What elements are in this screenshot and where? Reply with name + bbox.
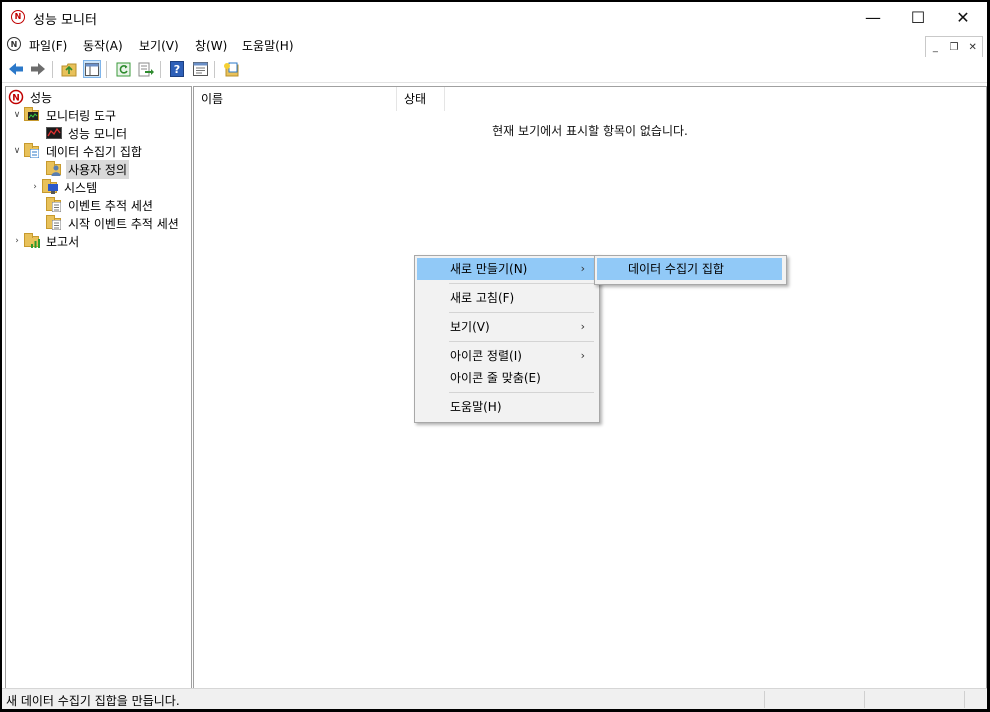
chevron-right-icon[interactable]: › [10, 236, 24, 246]
performance-monitor-window: N 성능 모니터 — ☐ ✕ N 파일(F) 동작(A) 보기(V) 창(W) … [2, 2, 987, 709]
status-text: 새 데이터 수집기 집합을 만듭니다. [6, 694, 180, 708]
tree-item-reports[interactable]: › 보고서 [10, 232, 81, 250]
refresh-icon[interactable] [114, 60, 132, 78]
chevron-down-icon[interactable]: ∨ [10, 146, 24, 156]
ctx-help[interactable]: 도움말(H) [417, 396, 595, 418]
context-menu: 새로 만들기(N) › 새로 고침(F) 보기(V) › 아이콘 정렬(I) ›… [414, 255, 600, 423]
menu-separator [449, 283, 594, 284]
mdi-controls: _ ❐ ✕ [925, 36, 983, 58]
title-bar: N 성능 모니터 — ☐ ✕ [2, 2, 987, 33]
ctx-view[interactable]: 보기(V) › [417, 316, 595, 338]
svg-text:N: N [12, 94, 20, 104]
data-collector-folder-icon [24, 143, 40, 159]
menu-separator [449, 312, 594, 313]
tree-item-label: 사용자 정의 [66, 159, 130, 179]
chevron-right-icon: › [580, 320, 585, 333]
toolbar-separator [160, 61, 161, 78]
tree-item-label: 시작 이벤트 추적 세션 [68, 216, 179, 231]
column-header-status[interactable]: 상태 [397, 87, 445, 111]
tree-item-label: 성능 [30, 90, 53, 105]
reports-folder-icon [24, 233, 40, 249]
status-bar: 새 데이터 수집기 집합을 만듭니다. [2, 688, 987, 709]
properties-icon[interactable] [191, 60, 209, 78]
help-icon[interactable]: ? [168, 60, 186, 78]
ctx-refresh[interactable]: 새로 고침(F) [417, 287, 595, 309]
mdi-minimize-button[interactable]: _ [926, 37, 945, 57]
menu-window[interactable]: 창(W) [195, 37, 227, 54]
submenu-data-collector-set[interactable]: 데이터 수집기 집합 [597, 258, 782, 280]
monitor-chart-icon [46, 125, 62, 141]
ctx-item-label: 보기(V) [450, 320, 490, 334]
tree-item-data-collector-sets[interactable]: ∨ 데이터 수집기 집합 [10, 142, 144, 160]
event-trace-folder-icon [46, 197, 62, 213]
window-title: 성능 모니터 [33, 13, 97, 28]
toolbar: ? [2, 57, 987, 83]
toolbar-separator [106, 61, 107, 78]
menu-bar: N 파일(F) 동작(A) 보기(V) 창(W) 도움말(H) _ ❐ ✕ [2, 33, 987, 58]
tree-item-label: 성능 모니터 [68, 126, 128, 141]
up-folder-icon[interactable] [60, 60, 78, 78]
menu-view[interactable]: 보기(V) [139, 37, 179, 54]
tree-item-performance-monitor[interactable]: 성능 모니터 [46, 124, 129, 142]
menu-file[interactable]: 파일(F) [29, 37, 67, 54]
status-divider [764, 691, 765, 708]
tree-item-user-defined[interactable]: 사용자 정의 [46, 159, 130, 179]
tree-item-label: 데이터 수집기 집합 [46, 144, 142, 159]
ctx-line-up-icons[interactable]: 아이콘 줄 맞춤(E) [417, 367, 595, 389]
tree-item-performance[interactable]: N 성능 [8, 88, 54, 106]
ctx-arrange-icons[interactable]: 아이콘 정렬(I) › [417, 345, 595, 367]
tree-item-startup-event-trace-sessions[interactable]: 시작 이벤트 추적 세션 [46, 214, 181, 232]
tree-item-system[interactable]: › 시스템 [28, 178, 99, 196]
chevron-down-icon[interactable]: ∨ [10, 110, 24, 120]
menu-action[interactable]: 동작(A) [83, 37, 123, 54]
chevron-right-icon: › [580, 349, 585, 362]
system-folder-icon [42, 179, 58, 195]
tree-item-monitoring-tools[interactable]: ∨ 모니터링 도구 [10, 106, 118, 124]
tree-pane: N 성능 ∨ 모니터링 도구 성능 모니터 ∨ 데이터 수집기 집합 사용자 정… [5, 86, 192, 689]
tree-item-label: 보고서 [46, 234, 80, 249]
folder-icon [24, 107, 40, 123]
mdi-restore-button[interactable]: ❐ [945, 37, 964, 57]
new-submenu: 데이터 수집기 집합 [594, 255, 787, 285]
perfmon-node-icon: N [8, 89, 24, 105]
startup-trace-folder-icon [46, 215, 62, 231]
tree-item-label: 모니터링 도구 [46, 108, 117, 123]
tree-item-label: 이벤트 추적 세션 [68, 198, 153, 213]
new-icon[interactable] [222, 60, 240, 78]
column-header-name[interactable]: 이름 [194, 87, 397, 111]
menu-help[interactable]: 도움말(H) [242, 37, 294, 54]
mdi-close-button[interactable]: ✕ [963, 37, 982, 57]
system-menu-icon[interactable]: N [7, 37, 21, 51]
user-folder-icon [46, 161, 62, 177]
menu-separator [449, 341, 594, 342]
menu-separator [449, 392, 594, 393]
perfmon-app-icon: N [11, 10, 25, 24]
forward-icon[interactable] [29, 60, 47, 78]
chevron-right-icon: › [580, 262, 585, 275]
status-divider [964, 691, 965, 708]
export-list-icon[interactable] [137, 60, 155, 78]
tree-item-event-trace-sessions[interactable]: 이벤트 추적 세션 [46, 196, 155, 214]
minimize-button[interactable]: — [850, 2, 896, 33]
ctx-item-label: 도움말(H) [450, 400, 502, 414]
maximize-button[interactable]: ☐ [895, 2, 941, 33]
toolbar-separator [52, 61, 53, 78]
ctx-new[interactable]: 새로 만들기(N) › [417, 258, 595, 280]
svg-text:?: ? [174, 63, 180, 76]
ctx-item-label: 새로 만들기(N) [450, 262, 528, 276]
ctx-item-label: 아이콘 줄 맞춤(E) [450, 371, 541, 385]
back-icon[interactable] [7, 60, 25, 78]
close-button[interactable]: ✕ [940, 2, 986, 33]
ctx-item-label: 새로 고침(F) [450, 291, 515, 305]
tree-item-label: 시스템 [64, 180, 98, 195]
show-hide-tree-icon[interactable] [83, 60, 101, 78]
toolbar-separator [214, 61, 215, 78]
chevron-right-icon[interactable]: › [28, 182, 42, 192]
ctx-item-label: 아이콘 정렬(I) [450, 349, 522, 363]
status-divider [864, 691, 865, 708]
empty-list-message: 현재 보기에서 표시할 항목이 없습니다. [492, 124, 688, 138]
